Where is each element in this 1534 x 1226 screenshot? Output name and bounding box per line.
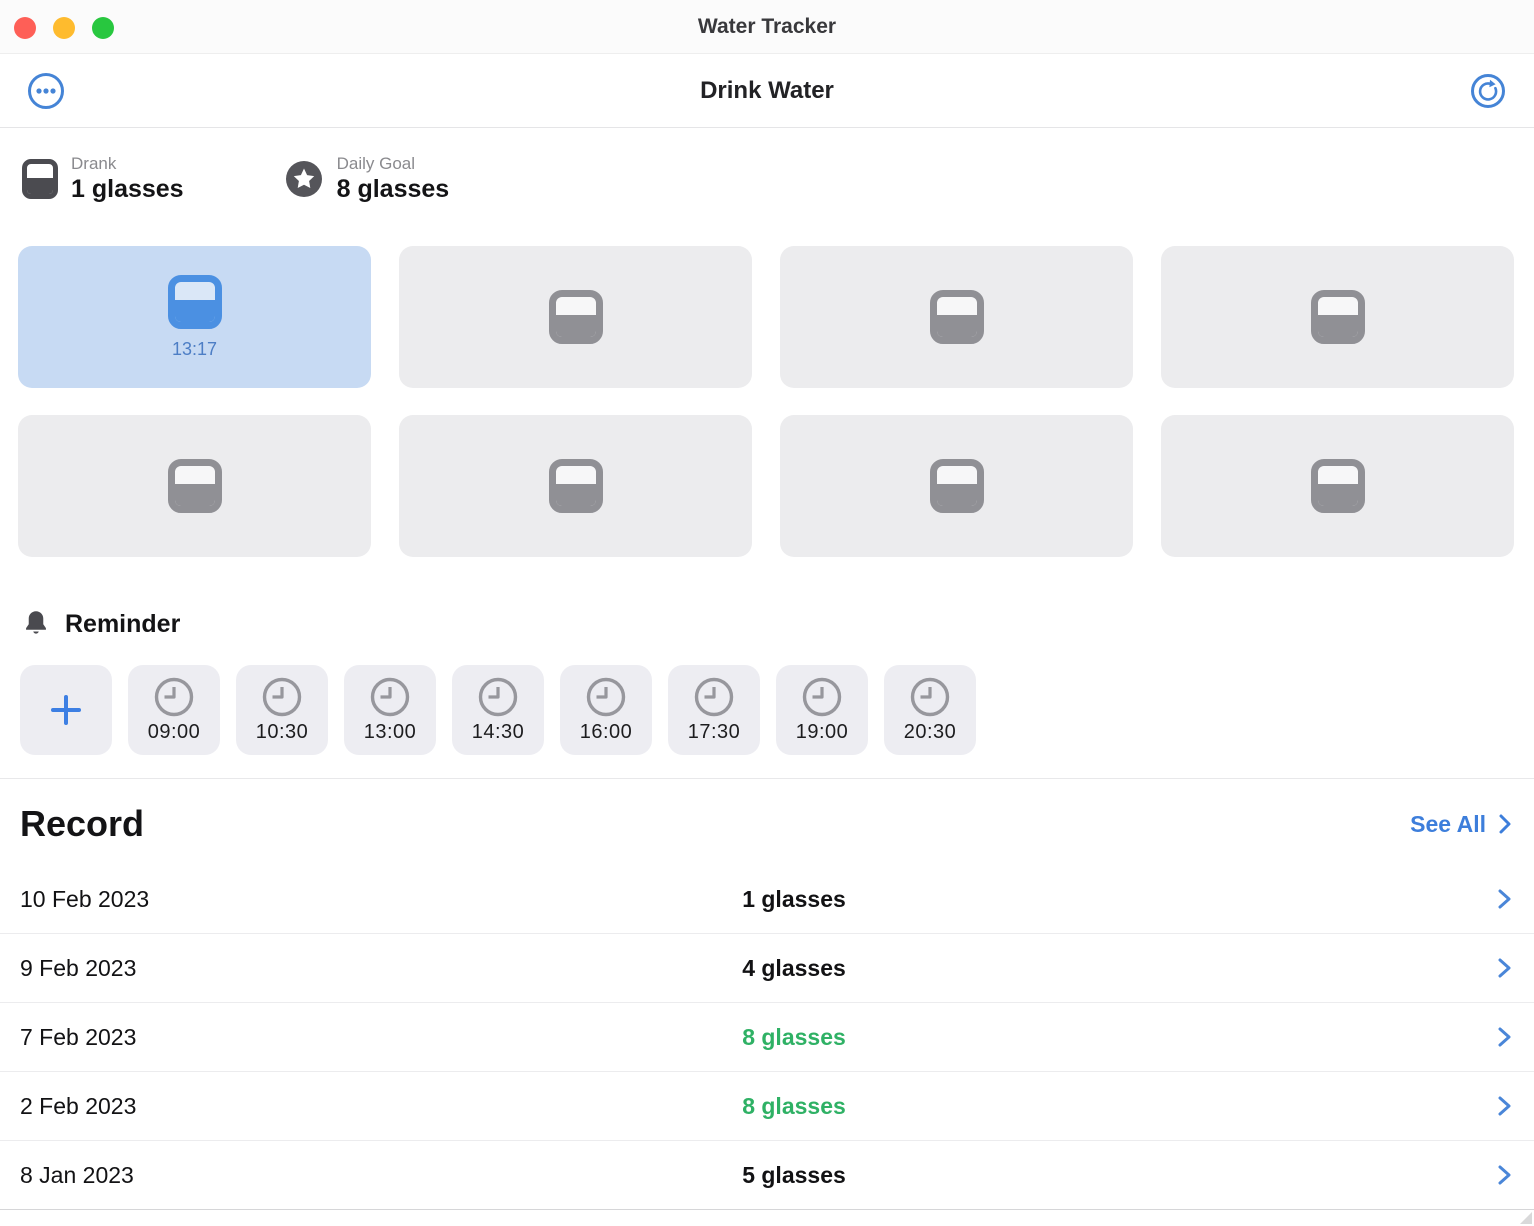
record-section: Record See All 10 Feb 2023 1 glasses 9 F…: [0, 778, 1534, 1210]
glass-cell[interactable]: [1161, 246, 1514, 388]
clock-icon: [585, 676, 627, 718]
window-title: Water Tracker: [697, 14, 837, 38]
window-resize-handle[interactable]: [1520, 1212, 1532, 1224]
record-value: 8 glasses: [742, 1092, 846, 1119]
zoom-button[interactable]: [92, 17, 114, 39]
star-circle-icon: [284, 159, 324, 199]
glasses-grid: 13:17: [18, 246, 1514, 557]
close-button[interactable]: [14, 17, 36, 39]
record-list: 10 Feb 2023 1 glasses 9 Feb 2023 4 glass…: [0, 865, 1534, 1210]
clock-icon: [801, 676, 843, 718]
reminder-time-label: 13:00: [363, 721, 417, 743]
reminder-chips: 09:00 10:30 13:00 14:30 16:00 17:30 19:0…: [20, 665, 1514, 755]
record-row[interactable]: 10 Feb 2023 1 glasses: [0, 865, 1534, 934]
reminder-time-chip[interactable]: 19:00: [776, 665, 868, 755]
clock-icon: [153, 676, 195, 718]
glass-cell[interactable]: [399, 246, 752, 388]
add-reminder-button[interactable]: [20, 665, 112, 755]
record-row[interactable]: 2 Feb 2023 8 glasses: [0, 1072, 1534, 1141]
stat-goal-value: 8 glasses: [336, 175, 450, 203]
clock-icon: [909, 676, 951, 718]
plus-icon: [48, 692, 84, 728]
record-date: 10 Feb 2023: [20, 885, 150, 912]
titlebar: Water Tracker: [0, 0, 1534, 54]
reminder-time-chip[interactable]: 14:30: [452, 665, 544, 755]
chevron-right-icon: [1497, 1025, 1512, 1049]
chevron-right-icon: [1498, 813, 1512, 835]
chevron-right-icon: [1497, 1094, 1512, 1118]
record-value: 5 glasses: [742, 1161, 846, 1188]
record-date: 9 Feb 2023: [20, 954, 137, 981]
glass-icon: [1310, 459, 1365, 513]
record-row[interactable]: 9 Feb 2023 4 glasses: [0, 934, 1534, 1003]
stat-drank-label: Drank: [71, 154, 117, 173]
record-date: 7 Feb 2023: [20, 1023, 137, 1050]
record-value: 8 glasses: [742, 1023, 846, 1050]
refresh-button[interactable]: [1468, 71, 1508, 111]
reminder-time-chip[interactable]: 09:00: [128, 665, 220, 755]
ellipsis-circle-icon: [27, 72, 65, 110]
glass-cell-time: 13:17: [171, 338, 218, 359]
reminder-time-chip[interactable]: 17:30: [668, 665, 760, 755]
chevron-right-icon: [1497, 956, 1512, 980]
glass-cell[interactable]: [780, 246, 1133, 388]
clock-icon: [369, 676, 411, 718]
record-value: 4 glasses: [742, 954, 846, 981]
see-all-button[interactable]: See All: [1410, 811, 1512, 838]
record-row[interactable]: 8 Jan 2023 5 glasses: [0, 1141, 1534, 1210]
clock-icon: [477, 676, 519, 718]
clock-icon: [693, 676, 735, 718]
reminder-time-chip[interactable]: 16:00: [560, 665, 652, 755]
chevron-right-icon: [1497, 887, 1512, 911]
glass-cell[interactable]: [18, 415, 371, 557]
glass-icon: [167, 274, 222, 329]
reminder-time-label: 17:30: [687, 721, 741, 743]
glass-icon: [548, 290, 603, 344]
stat-goal-label: Daily Goal: [336, 154, 416, 173]
record-title: Record: [20, 803, 145, 844]
traffic-lights: [14, 17, 114, 39]
clock-icon: [261, 676, 303, 718]
reminder-time-chip[interactable]: 20:30: [884, 665, 976, 755]
record-date: 8 Jan 2023: [20, 1161, 134, 1188]
glass-icon: [929, 459, 984, 513]
record-date: 2 Feb 2023: [20, 1092, 137, 1119]
stat-daily-goal: Daily Goal 8 glasses: [284, 154, 450, 204]
chevron-right-icon: [1497, 1163, 1512, 1187]
glass-icon: [1310, 290, 1365, 344]
record-header: Record See All: [0, 779, 1534, 865]
glass-icon: [22, 159, 58, 199]
stat-drank: Drank 1 glasses: [22, 154, 184, 204]
reminder-time-label: 10:30: [255, 721, 309, 743]
more-options-button[interactable]: [26, 71, 66, 111]
toolbar: Drink Water: [0, 54, 1534, 128]
glass-cell[interactable]: [399, 415, 752, 557]
glass-icon: [929, 290, 984, 344]
record-row[interactable]: 7 Feb 2023 8 glasses: [0, 1003, 1534, 1072]
reminder-time-label: 16:00: [579, 721, 633, 743]
see-all-label: See All: [1410, 810, 1486, 837]
bell-icon: [22, 609, 50, 639]
reminder-time-label: 09:00: [147, 721, 201, 743]
page-title: Drink Water: [700, 76, 834, 104]
glass-cell[interactable]: 13:17: [18, 246, 371, 388]
reminder-time-label: 20:30: [903, 721, 957, 743]
stat-drank-value: 1 glasses: [71, 175, 184, 203]
glass-cell[interactable]: [780, 415, 1133, 557]
record-value: 1 glasses: [742, 885, 846, 912]
reminder-time-label: 14:30: [471, 721, 525, 743]
reminder-time-chip[interactable]: 10:30: [236, 665, 328, 755]
glass-icon: [167, 459, 222, 513]
reminder-header: Reminder: [22, 609, 1512, 639]
minimize-button[interactable]: [53, 17, 75, 39]
reminder-time-label: 19:00: [795, 721, 849, 743]
reminder-time-chip[interactable]: 13:00: [344, 665, 436, 755]
reminder-title: Reminder: [65, 609, 181, 638]
glass-icon: [548, 459, 603, 513]
glass-cell[interactable]: [1161, 415, 1514, 557]
refresh-icon: [1470, 73, 1506, 109]
stats-row: Drank 1 glasses Daily Goal 8 glasses: [0, 128, 1534, 238]
